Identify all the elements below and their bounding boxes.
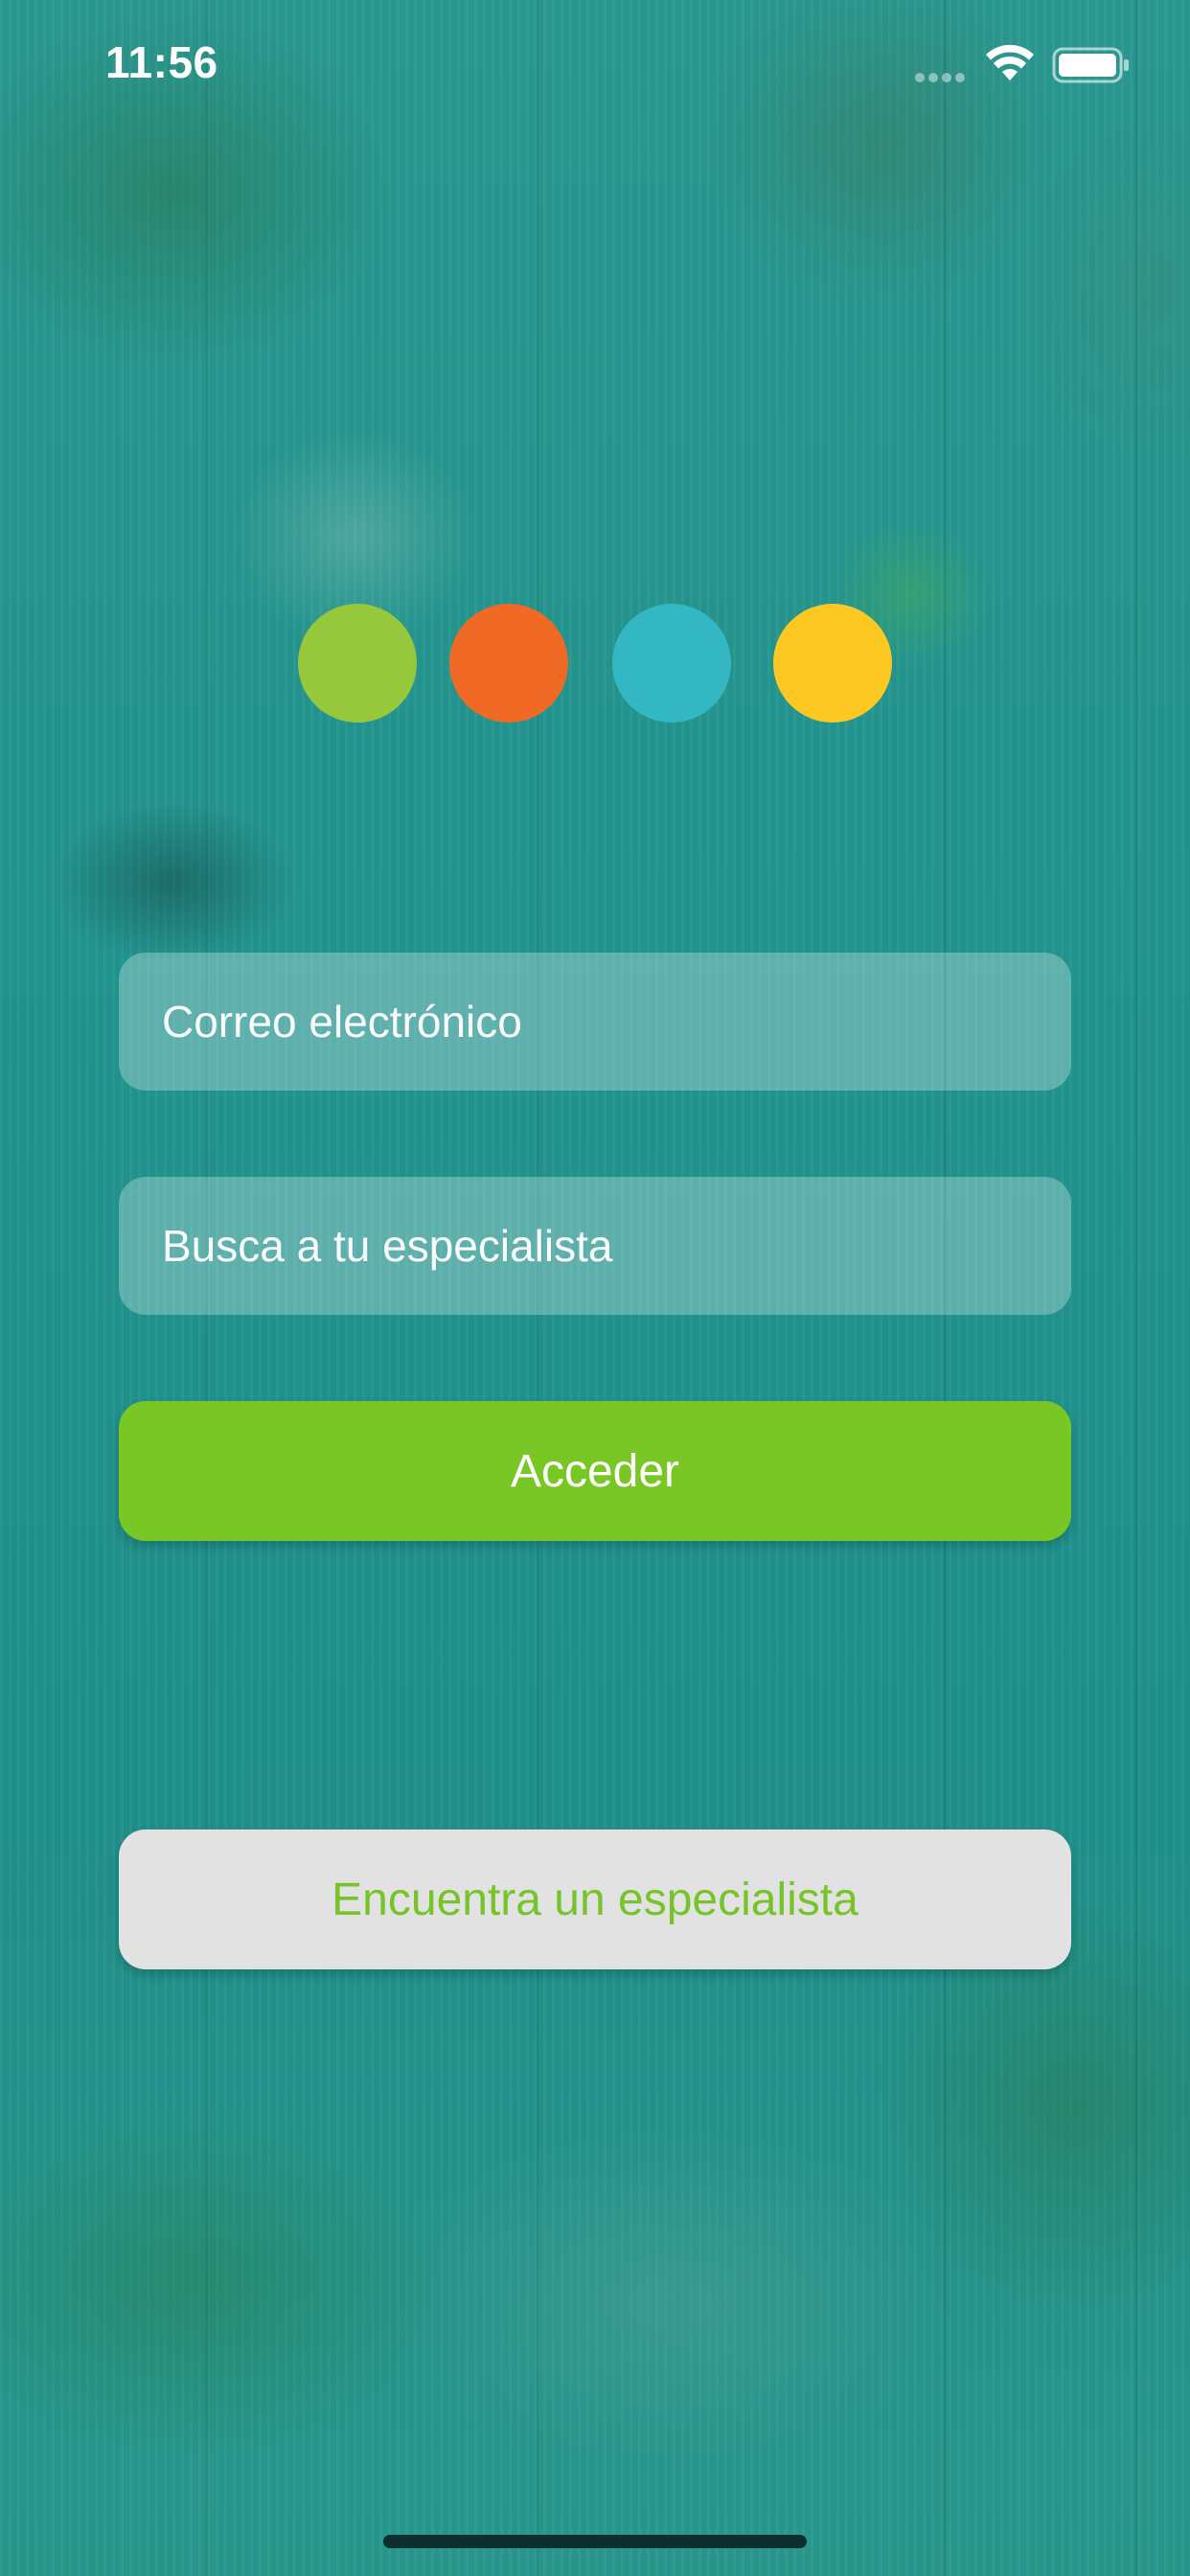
logo-dot-green [298, 604, 417, 723]
app-logo [0, 604, 1190, 723]
specialist-search-input[interactable] [162, 1177, 1071, 1315]
cellular-signal-icon [915, 70, 971, 82]
email-field[interactable] [119, 953, 1071, 1091]
battery-icon [1052, 47, 1129, 83]
home-indicator[interactable] [383, 2535, 807, 2548]
wifi-icon [986, 44, 1034, 80]
email-input[interactable] [162, 953, 1071, 1091]
background-board-line [1135, 0, 1137, 2576]
logo-dot-blue [612, 604, 731, 723]
find-specialist-button[interactable]: Encuentra un especialista [119, 1829, 1071, 1969]
status-bar: 11:56 [0, 0, 1190, 134]
status-time: 11:56 [105, 37, 218, 87]
login-button[interactable]: Acceder [119, 1401, 1071, 1541]
logo-dot-yellow [773, 604, 892, 723]
logo-dot-orange [449, 604, 568, 723]
specialist-search-field[interactable] [119, 1177, 1071, 1315]
